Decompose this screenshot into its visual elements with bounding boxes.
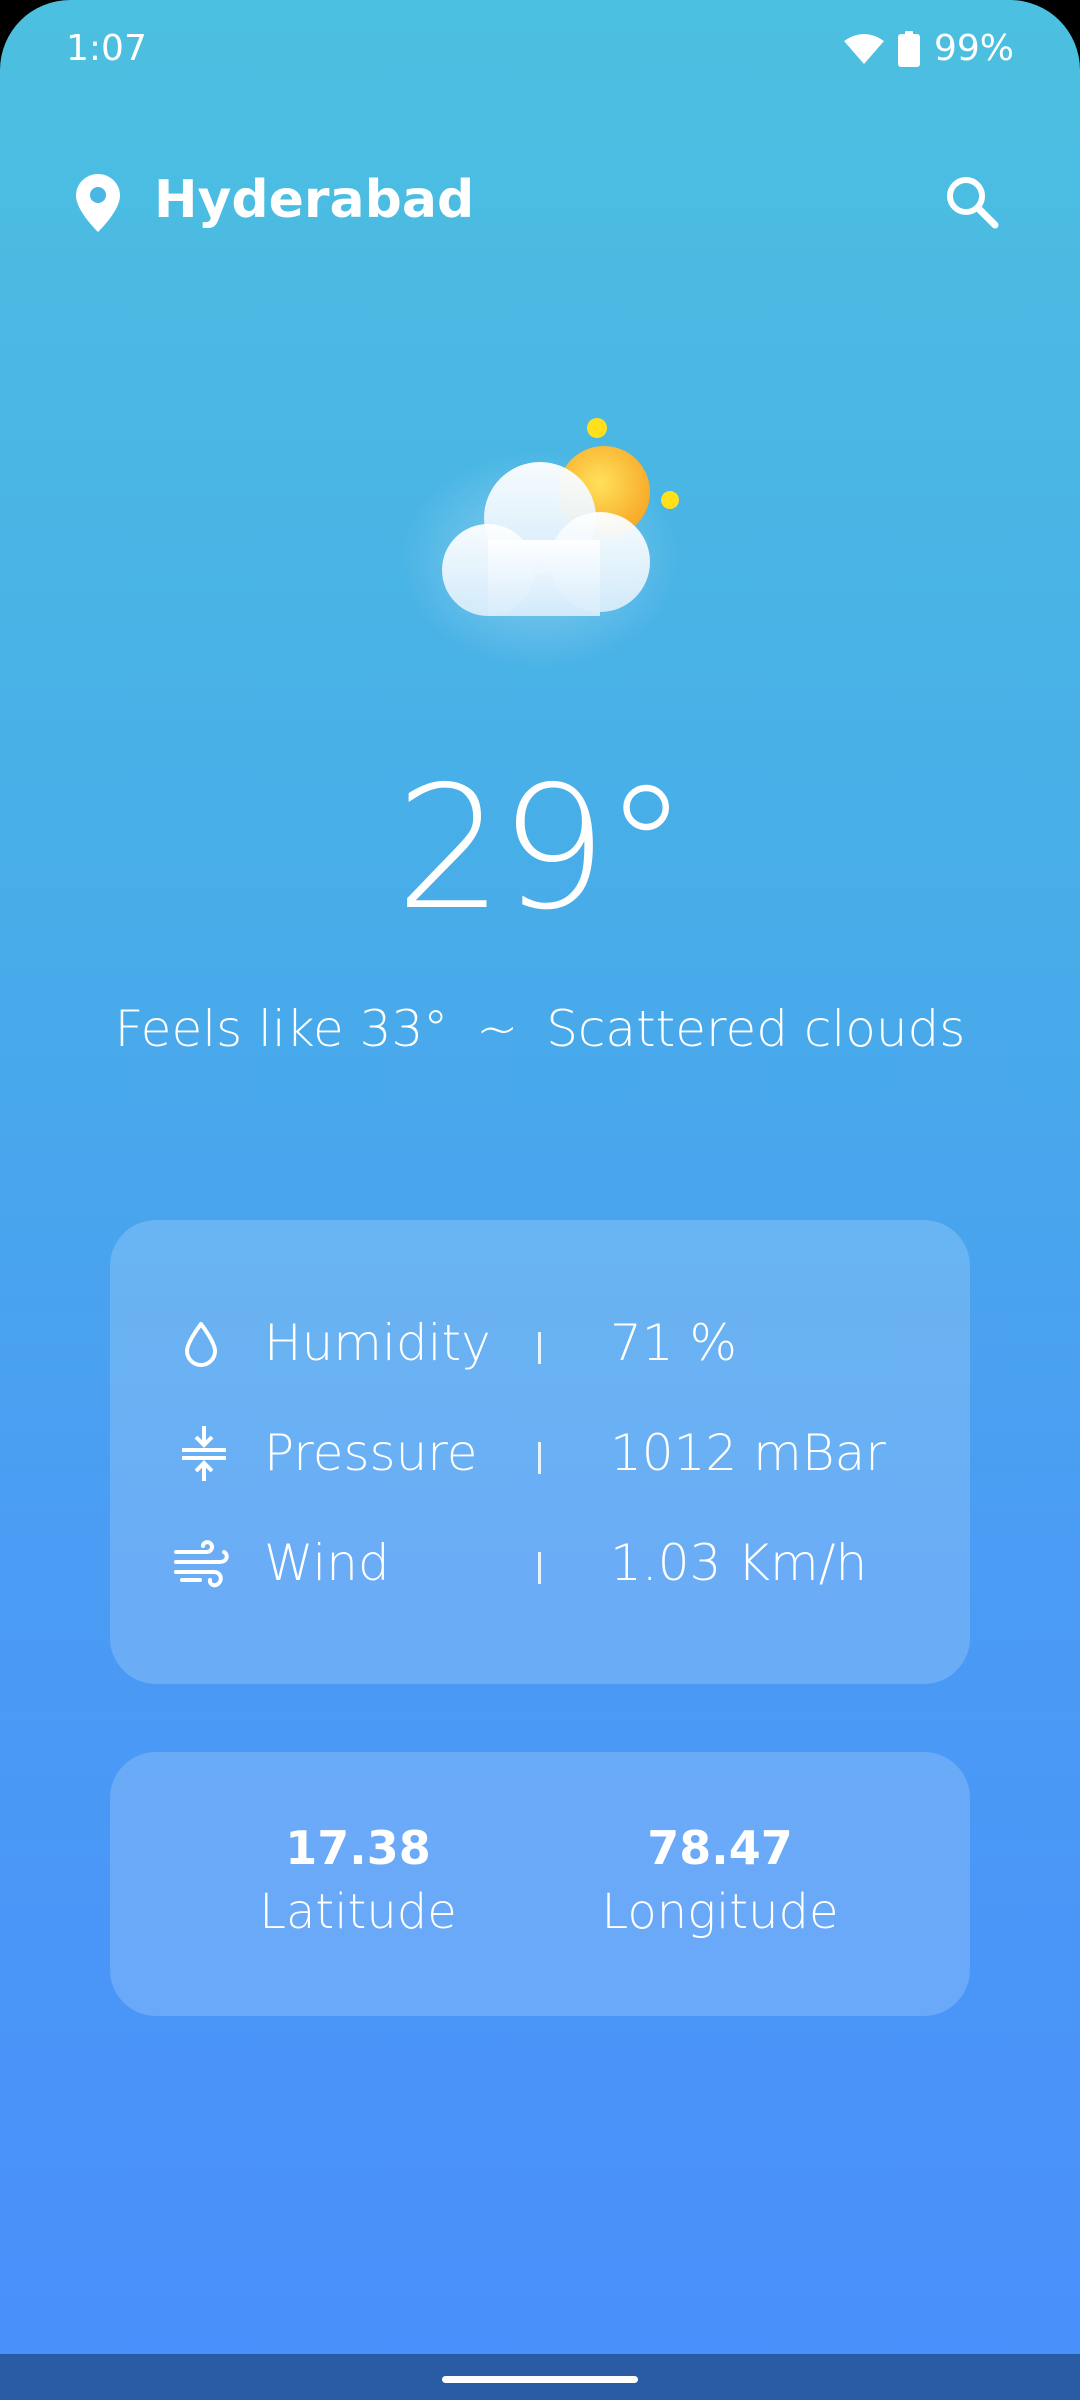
latitude-value: 17.38: [285, 1821, 431, 1875]
weather-details-card: Humidity 71 % Pressure 1012 mBar Wind 1.…: [110, 1220, 970, 1684]
pressure-row: Pressure 1012 mBar: [110, 1412, 970, 1492]
battery-percent: 99%: [933, 28, 1014, 69]
status-bar: 1:07 99%: [0, 0, 1080, 100]
longitude-label: Longitude: [601, 1884, 839, 1940]
summary-separator: ~: [476, 1000, 519, 1058]
city-name[interactable]: Hyderabad: [154, 170, 474, 230]
pressure-label: Pressure: [264, 1424, 478, 1482]
weather-summary: Feels like 33° ~ Scattered clouds: [0, 1000, 1080, 1058]
pressure-icon: [180, 1426, 228, 1486]
coordinates-card: 17.38 Latitude 78.47 Longitude: [110, 1752, 970, 2016]
wifi-icon: [843, 33, 884, 65]
wind-label: Wind: [264, 1534, 390, 1592]
wind-row: Wind 1.03 Km/h: [110, 1522, 970, 1602]
divider: [538, 1442, 541, 1474]
partly-cloudy-icon: [400, 400, 700, 680]
battery-icon: [897, 30, 920, 67]
divider: [538, 1552, 541, 1584]
search-icon[interactable]: [944, 174, 1000, 234]
humidity-label: Humidity: [264, 1314, 491, 1372]
status-icons: 99%: [843, 28, 1014, 69]
longitude: 78.47 Longitude: [570, 1818, 870, 1946]
divider: [538, 1332, 541, 1364]
pressure-value: 1012 mBar: [610, 1424, 886, 1482]
home-gesture-handle[interactable]: [442, 2376, 638, 2383]
humidity-value: 71 %: [610, 1314, 738, 1372]
feels-like: Feels like 33°: [114, 1000, 449, 1058]
wind-value: 1.03 Km/h: [610, 1534, 868, 1592]
location-pin-icon: [76, 174, 120, 236]
wind-icon: [174, 1540, 230, 1592]
status-time: 1:07: [66, 28, 147, 69]
latitude-label: Latitude: [259, 1884, 457, 1940]
weather-description: Scattered clouds: [546, 1000, 966, 1058]
humidity-row: Humidity 71 %: [110, 1302, 970, 1382]
longitude-value: 78.47: [647, 1821, 793, 1875]
temperature: 29°: [395, 750, 688, 948]
navigation-bar: [0, 2354, 1080, 2400]
latitude: 17.38 Latitude: [208, 1818, 508, 1946]
header: Hyderabad: [0, 160, 1080, 250]
droplet-icon: [180, 1320, 222, 1372]
weather-screen: 1:07 99% Hyderabad 29° Feels like 33° ~ …: [0, 0, 1080, 2400]
